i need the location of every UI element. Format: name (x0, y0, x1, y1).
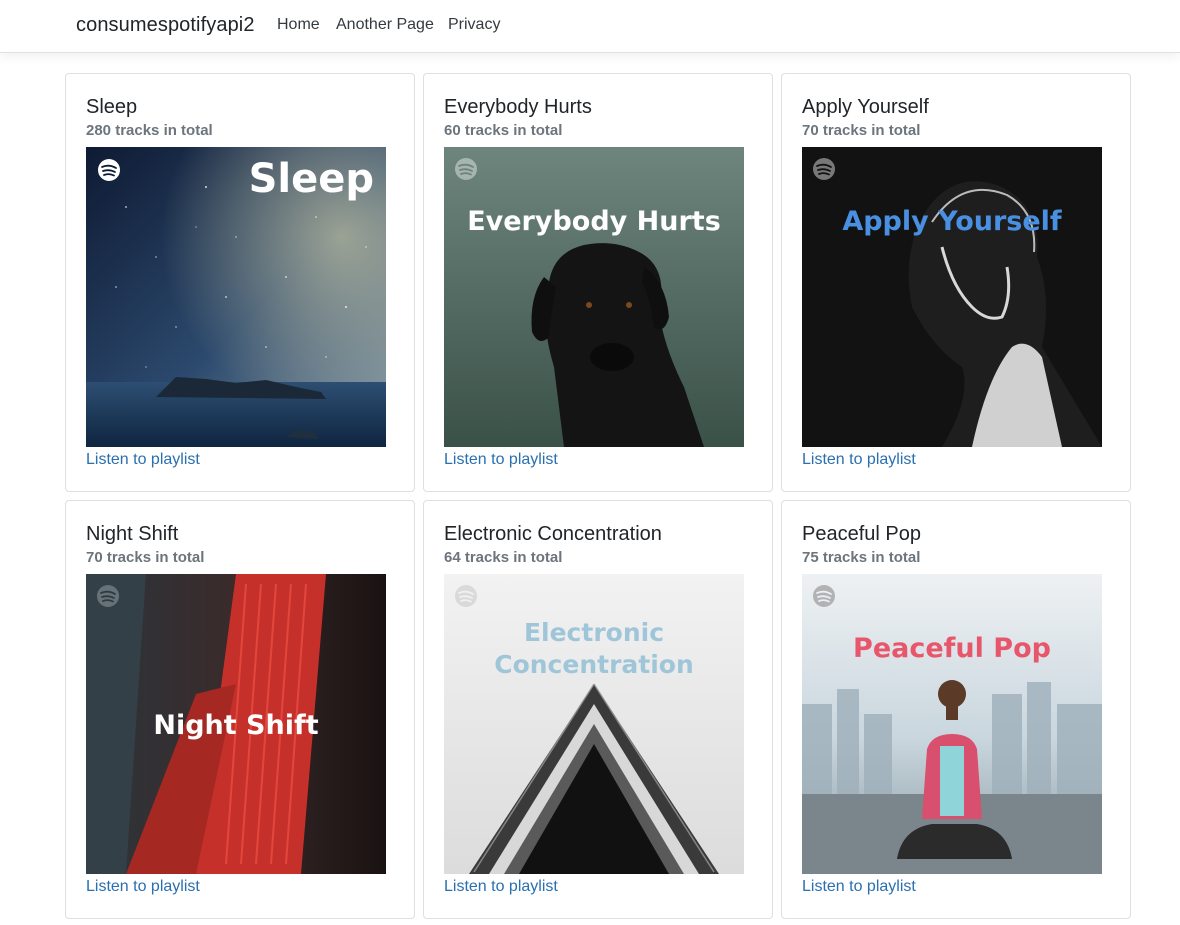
cover-title-text: Sleep (249, 156, 374, 202)
track-count: 280 tracks in total (86, 122, 213, 139)
cover-title-line1: Electronic (524, 618, 664, 647)
playlist-title: Apply Yourself (802, 96, 929, 118)
cover-title-text: Night Shift (153, 710, 318, 741)
playlist-card-night-shift: Night Shift 70 tracks in total Night Shi… (65, 500, 415, 919)
playlist-card-apply-yourself: Apply Yourself 70 tracks in total Apply … (781, 73, 1131, 492)
spotify-logo-icon (97, 585, 119, 607)
playlist-cover-image: Apply Yourself (802, 147, 1102, 447)
listen-to-playlist-link[interactable]: Listen to playlist (86, 878, 200, 896)
cover-title-text: Apply Yourself (842, 206, 1062, 237)
nav-link-privacy[interactable]: Privacy (448, 16, 500, 34)
listen-to-playlist-link[interactable]: Listen to playlist (444, 878, 558, 896)
track-count: 64 tracks in total (444, 549, 563, 566)
playlist-cover-image: Electronic Concentration (444, 574, 744, 874)
playlist-card-electronic-concentration: Electronic Concentration 64 tracks in to… (423, 500, 773, 919)
playlist-cover-image: Everybody Hurts (444, 147, 744, 447)
spotify-logo-icon (813, 585, 835, 607)
spotify-logo-icon (455, 158, 477, 180)
playlist-card-everybody-hurts: Everybody Hurts 60 tracks in total Every… (423, 73, 773, 492)
playlist-card-peaceful-pop: Peaceful Pop 75 tracks in total Peaceful… (781, 500, 1131, 919)
playlist-cover-image: Sleep (86, 147, 386, 447)
track-count: 70 tracks in total (86, 549, 205, 566)
spotify-logo-icon (813, 158, 835, 180)
spotify-logo-icon (455, 585, 477, 607)
cover-title-text: Peaceful Pop (853, 633, 1051, 664)
listen-to-playlist-link[interactable]: Listen to playlist (802, 878, 916, 896)
playlist-cover-image: Peaceful Pop (802, 574, 1102, 874)
cover-title-text: Everybody Hurts (467, 206, 721, 237)
nav-link-another-page[interactable]: Another Page (336, 16, 434, 34)
playlist-title: Electronic Concentration (444, 523, 662, 545)
brand-link[interactable]: consumespotifyapi2 (76, 14, 255, 37)
cover-title-line2: Concentration (494, 650, 694, 679)
navbar: consumespotifyapi2 Home Another Page Pri… (0, 0, 1180, 53)
nav-link-home[interactable]: Home (277, 16, 320, 34)
playlist-cover-image: Night Shift (86, 574, 386, 874)
listen-to-playlist-link[interactable]: Listen to playlist (444, 451, 558, 469)
playlist-title: Peaceful Pop (802, 523, 921, 545)
track-count: 60 tracks in total (444, 122, 563, 139)
track-count: 70 tracks in total (802, 122, 921, 139)
listen-to-playlist-link[interactable]: Listen to playlist (86, 451, 200, 469)
spotify-logo-icon (98, 159, 120, 181)
playlist-title: Everybody Hurts (444, 96, 592, 118)
track-count: 75 tracks in total (802, 549, 921, 566)
playlist-title: Sleep (86, 96, 138, 118)
playlist-card-sleep: Sleep 280 tracks in total Sleep Listen t… (65, 73, 415, 492)
playlist-title: Night Shift (86, 523, 179, 545)
listen-to-playlist-link[interactable]: Listen to playlist (802, 451, 916, 469)
